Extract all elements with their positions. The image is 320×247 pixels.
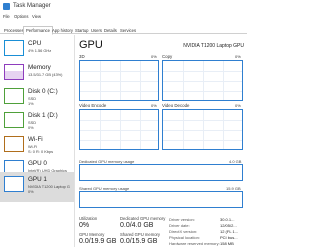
driver-date-value: 12/05/2... <box>220 223 237 228</box>
graph-video-encode[interactable] <box>79 109 159 150</box>
tab-details[interactable]: Details <box>102 27 119 34</box>
wifi-thumbnail-graph <box>4 136 24 152</box>
memory-thumbnail-graph <box>4 64 24 80</box>
gpu-thumbnail-graph <box>4 176 24 192</box>
graph-label-video-encode: Video Encode <box>79 103 107 108</box>
graph-3d[interactable] <box>79 60 159 101</box>
graph-label-copy: Copy <box>162 54 173 59</box>
driver-date-label: Driver date: <box>169 223 190 228</box>
disk-thumbnail-graph <box>4 112 24 128</box>
sidebar-item-label: Memory <box>28 64 51 71</box>
page-title: GPU <box>79 39 103 51</box>
tab-app-history[interactable]: App history <box>50 27 75 34</box>
tab-startup[interactable]: Startup <box>73 27 91 34</box>
directx-version-value: 12 (FL 1... <box>220 229 239 234</box>
task-manager-icon <box>3 3 10 10</box>
physical-location-label: Physical location: <box>169 235 200 240</box>
sidebar-item-detail: NVIDIA T1200 Laptop G <box>28 184 70 189</box>
sidebar-item-disk-0[interactable]: Disk 0 (C:) SSD 1% <box>0 84 74 110</box>
sidebar-item-label: CPU <box>28 40 42 47</box>
graph-label-3d: 3D <box>79 54 85 59</box>
tab-services[interactable]: Services <box>118 27 138 34</box>
graph-value-video-encode: 0% <box>151 103 157 108</box>
dedicated-gpu-memory-value: 0.0/4.0 GB <box>120 222 154 229</box>
sidebar-item-cpu[interactable]: CPU 4% 1.56 GHz <box>0 36 74 62</box>
sidebar-item-usage: 0% <box>28 189 34 194</box>
sidebar-item-memory[interactable]: Memory 13.5/31.7 GB (43%) <box>0 60 74 86</box>
tab-bar: Processes Performance App history Startu… <box>0 26 247 35</box>
menu-file[interactable]: File <box>3 14 10 19</box>
hardware-reserved-memory-value: 158 MB <box>220 241 234 246</box>
resource-sidebar: CPU 4% 1.56 GHz Memory 13.5/31.7 GB (43%… <box>0 35 75 247</box>
sidebar-item-label: Disk 1 (D:) <box>28 112 58 119</box>
sidebar-item-label: GPU 0 <box>28 160 47 167</box>
gpu-detail-panel: GPU NVIDIA T1200 Laptop GPU 3D 0% Copy 0… <box>76 35 247 247</box>
title-bar: Task Manager <box>0 0 247 14</box>
sidebar-item-disk-1[interactable]: Disk 1 (D:) SSD 0% <box>0 108 74 134</box>
sidebar-item-label: GPU 1 <box>28 176 47 183</box>
gpu-memory-label: GPU Memory <box>79 232 105 237</box>
shared-memory-graph[interactable] <box>79 191 243 208</box>
sidebar-item-detail: 13.5/31.7 GB (43%) <box>28 72 63 77</box>
sidebar-item-gpu-1[interactable]: GPU 1 NVIDIA T1200 Laptop G 0% <box>0 172 74 202</box>
physical-location-value: PCI bus... <box>220 235 238 240</box>
graph-value-video-decode: 0% <box>235 103 241 108</box>
window-title: Task Manager <box>13 3 51 9</box>
sidebar-item-usage: 0% <box>28 125 34 130</box>
menu-view[interactable]: View <box>32 14 41 19</box>
sidebar-item-usage: 1% <box>28 101 34 106</box>
driver-version-label: Driver version: <box>169 217 195 222</box>
utilization-value: 0% <box>79 222 90 229</box>
sidebar-item-detail: 4% 1.56 GHz <box>28 48 52 53</box>
graph-copy[interactable] <box>162 60 243 101</box>
sidebar-item-wifi[interactable]: Wi-Fi Wi-Fi S: 0 R: 0 Kbps <box>0 132 74 158</box>
menu-bar: File Options View <box>0 14 247 21</box>
menu-options[interactable]: Options <box>14 14 28 19</box>
gpu-memory-value: 0.0/19.9 GB <box>79 238 117 245</box>
dedicated-memory-graph[interactable] <box>79 164 243 181</box>
hardware-reserved-memory-label: Hardware reserved memory: <box>169 241 220 246</box>
graph-video-decode[interactable] <box>162 109 243 150</box>
directx-version-label: DirectX version: <box>169 229 198 234</box>
sidebar-item-label: Wi-Fi <box>28 136 43 143</box>
sidebar-item-usage: S: 0 R: 0 Kbps <box>28 149 54 154</box>
graph-value-3d: 0% <box>151 54 157 59</box>
shared-gpu-memory-value: 0.0/15.9 GB <box>120 238 158 245</box>
dedicated-gpu-memory-label: Dedicated GPU memory <box>120 216 166 221</box>
driver-version-value: 30.0.1... <box>220 217 235 222</box>
gpu-model-name: NVIDIA T1200 Laptop GPU <box>183 43 244 49</box>
graph-value-copy: 0% <box>235 54 241 59</box>
cpu-thumbnail-graph <box>4 40 24 56</box>
sidebar-item-label: Disk 0 (C:) <box>28 88 58 95</box>
graph-label-video-decode: Video Decode <box>162 103 190 108</box>
shared-gpu-memory-label: Shared GPU memory <box>120 232 161 237</box>
tab-performance[interactable]: Performance <box>23 26 53 35</box>
utilization-label: Utilization <box>79 216 98 221</box>
disk-thumbnail-graph <box>4 88 24 104</box>
